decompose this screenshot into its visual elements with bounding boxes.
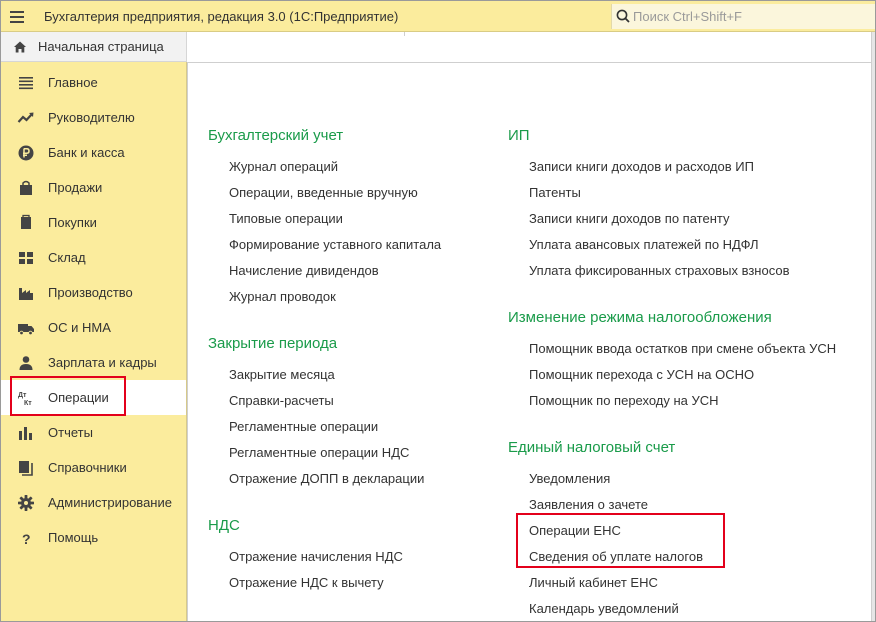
link-usn-object-change-wizard[interactable]: Помощник ввода остатков при смене объект… <box>529 341 836 356</box>
link-ndfl-advance-payments[interactable]: Уплата авансовых платежей по НДФЛ <box>529 237 759 252</box>
sidebar-item-label: Справочники <box>48 460 127 475</box>
link-dopp-declaration[interactable]: Отражение ДОПП в декларации <box>229 471 424 486</box>
link-notifications[interactable]: Уведомления <box>529 471 610 486</box>
link-vat-accrual[interactable]: Отражение начисления НДС <box>229 549 403 564</box>
tab-home-page[interactable]: Начальная страница <box>1 32 187 62</box>
warehouse-icon <box>19 251 33 264</box>
sidebar-item-label: Главное <box>48 75 98 90</box>
shopping-bag-icon <box>20 180 32 195</box>
sidebar-item-label: Производство <box>48 285 133 300</box>
tab-home-label: Начальная страница <box>38 39 164 54</box>
sections-sidebar: Главное Руководителю Банк и касса Продаж… <box>1 62 187 621</box>
sidebar-item-directories[interactable]: Справочники <box>1 450 186 485</box>
tab-strip: Начальная страница <box>1 32 875 62</box>
link-typical-operations[interactable]: Типовые операции <box>229 211 343 226</box>
sidebar-item-administration[interactable]: Администрирование <box>1 485 186 520</box>
svg-text:?: ? <box>22 531 31 547</box>
link-operations-journal[interactable]: Журнал операций <box>229 159 338 174</box>
gear-icon <box>18 494 34 511</box>
sidebar-item-manager[interactable]: Руководителю <box>1 100 186 135</box>
sidebar-item-help[interactable]: ? Помощь <box>1 520 186 555</box>
sidebar-item-purchases[interactable]: Покупки <box>1 205 186 240</box>
section-title-closing: Закрытие периода <box>208 335 338 352</box>
link-ip-income-book[interactable]: Записи книги доходов и расходов ИП <box>529 159 754 174</box>
section-title-tax-regime: Изменение режима налогообложения <box>508 309 772 326</box>
link-calculations[interactable]: Справки-расчеты <box>229 393 334 408</box>
sidebar-item-payroll[interactable]: Зарплата и кадры <box>1 345 186 380</box>
link-to-usn-wizard[interactable]: Помощник по переходу на УСН <box>529 393 719 408</box>
link-fixed-insurance[interactable]: Уплата фиксированных страховых взносов <box>529 263 789 278</box>
link-month-closing[interactable]: Закрытие месяца <box>229 367 335 382</box>
title-bar: Бухгалтерия предприятия, редакция 3.0 (1… <box>1 1 875 32</box>
window-right-edge <box>871 32 875 621</box>
search-icon[interactable] <box>616 9 630 23</box>
section-title-vat: НДС <box>208 517 240 534</box>
section-title-ens: Единый налоговый счет <box>508 439 676 456</box>
sidebar-item-bank[interactable]: Банк и касса <box>1 135 186 170</box>
sidebar-item-sales[interactable]: Продажи <box>1 170 186 205</box>
link-dividends[interactable]: Начисление дивидендов <box>229 263 379 278</box>
link-patent-income-book[interactable]: Записи книги доходов по патенту <box>529 211 729 226</box>
person-icon <box>19 355 33 370</box>
bar-chart-icon <box>19 426 32 440</box>
question-icon: ? <box>22 531 31 547</box>
link-manual-operations[interactable]: Операции, введенные вручную <box>229 185 418 200</box>
sidebar-item-main[interactable]: Главное <box>1 65 186 100</box>
search-box[interactable] <box>611 4 875 29</box>
link-ens-personal-account[interactable]: Личный кабинет ЕНС <box>529 575 658 590</box>
sidebar-item-label: Отчеты <box>48 425 93 440</box>
sidebar-item-label: Покупки <box>48 215 97 230</box>
tab-divider <box>404 32 405 36</box>
shopping-cart-icon <box>21 214 31 229</box>
trend-icon <box>17 112 34 123</box>
hamburger-icon <box>9 11 24 23</box>
link-authorized-capital[interactable]: Формирование уставного капитала <box>229 237 441 252</box>
ruble-coin-icon <box>18 145 34 160</box>
list-icon <box>19 76 33 89</box>
link-notifications-calendar[interactable]: Календарь уведомлений <box>529 601 679 616</box>
highlight-frame-ens <box>516 513 725 568</box>
sidebar-item-warehouse[interactable]: Склад <box>1 240 186 275</box>
section-title-ip: ИП <box>508 127 530 144</box>
sidebar-item-label: ОС и НМА <box>48 320 111 335</box>
link-routine-operations[interactable]: Регламентные операции <box>229 419 378 434</box>
link-patents[interactable]: Патенты <box>529 185 581 200</box>
factory-icon <box>19 287 33 300</box>
link-entries-journal[interactable]: Журнал проводок <box>229 289 336 304</box>
sidebar-item-label: Банк и касса <box>48 145 125 160</box>
link-routine-operations-vat[interactable]: Регламентные операции НДС <box>229 445 409 460</box>
sidebar-item-label: Продажи <box>48 180 103 195</box>
sidebar-item-label: Администрирование <box>48 495 172 510</box>
sidebar-item-label: Склад <box>48 250 86 265</box>
app-title: Бухгалтерия предприятия, редакция 3.0 (1… <box>44 9 399 24</box>
main-menu-button[interactable] <box>1 1 32 32</box>
search-input[interactable] <box>633 7 868 25</box>
section-title-accounting: Бухгалтерский учет <box>208 127 344 144</box>
truck-icon <box>18 323 34 335</box>
home-icon <box>14 41 26 52</box>
sidebar-item-label: Помощь <box>48 530 99 545</box>
sidebar-item-label: Зарплата и кадры <box>48 355 157 370</box>
sidebar-item-fixed-assets[interactable]: ОС и НМА <box>1 310 186 345</box>
link-vat-deduction[interactable]: Отражение НДС к вычету <box>229 575 384 590</box>
app-window: Бухгалтерия предприятия, редакция 3.0 (1… <box>0 0 876 622</box>
sidebar-item-production[interactable]: Производство <box>1 275 186 310</box>
sidebar-item-reports[interactable]: Отчеты <box>1 415 186 450</box>
highlight-frame-operations <box>10 376 126 416</box>
link-usn-to-osno-wizard[interactable]: Помощник перехода с УСН на ОСНО <box>529 367 754 382</box>
link-offset-applications[interactable]: Заявления о зачете <box>529 497 648 512</box>
books-icon <box>19 460 33 476</box>
sidebar-item-label: Руководителю <box>48 110 135 125</box>
